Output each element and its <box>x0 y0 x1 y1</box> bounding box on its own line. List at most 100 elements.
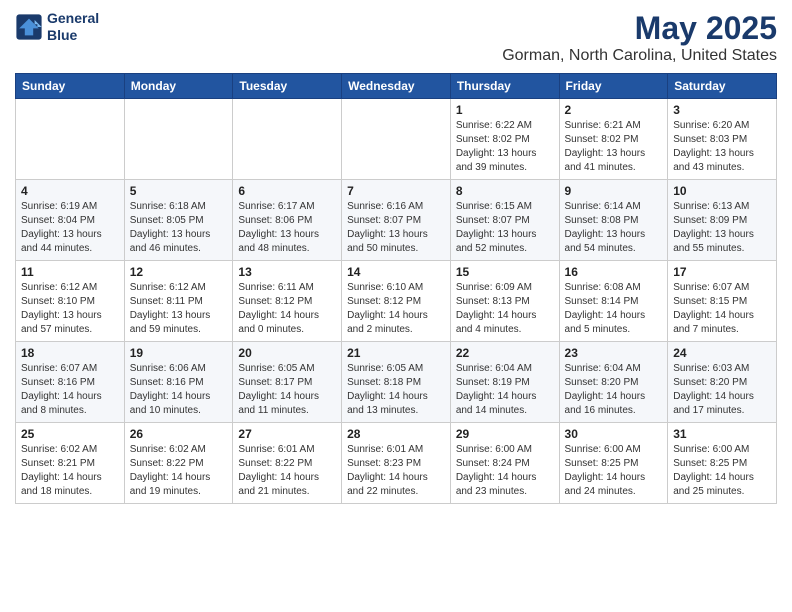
calendar-cell: 7Sunrise: 6:16 AM Sunset: 8:07 PM Daylig… <box>342 180 451 261</box>
day-info: Sunrise: 6:07 AM Sunset: 8:16 PM Dayligh… <box>21 362 119 418</box>
day-info: Sunrise: 6:22 AM Sunset: 8:02 PM Dayligh… <box>456 119 554 175</box>
day-number: 9 <box>565 184 663 198</box>
logo-text: General Blue <box>47 10 99 44</box>
day-number: 16 <box>565 265 663 279</box>
day-info: Sunrise: 6:18 AM Sunset: 8:05 PM Dayligh… <box>130 200 228 256</box>
day-info: Sunrise: 6:08 AM Sunset: 8:14 PM Dayligh… <box>565 281 663 337</box>
month-title: May 2025 <box>502 10 777 47</box>
day-number: 2 <box>565 103 663 117</box>
calendar-cell: 10 Sunrise: 6:13 AM Sunset: 8:09 PM Dayli… <box>668 180 777 261</box>
day-info: Sunrise: 6:00 AM Sunset: 8:25 PM Dayligh… <box>565 443 663 499</box>
day-number: 3 <box>673 103 771 117</box>
day-number: 26 <box>130 427 228 441</box>
calendar-cell: 29Sunrise: 6:00 AM Sunset: 8:24 PM Dayli… <box>450 423 559 504</box>
calendar-cell: 15Sunrise: 6:09 AM Sunset: 8:13 PM Dayli… <box>450 261 559 342</box>
day-number: 10 <box>673 184 771 198</box>
title-area: May 2025 Gorman, North Carolina, United … <box>502 10 777 65</box>
day-number: 8 <box>456 184 554 198</box>
day-info: Sunrise: 6:04 AM Sunset: 8:19 PM Dayligh… <box>456 362 554 418</box>
calendar-cell: 25Sunrise: 6:02 AM Sunset: 8:21 PM Dayli… <box>16 423 125 504</box>
day-number: 18 <box>21 346 119 360</box>
day-info: Sunrise: 6:19 AM Sunset: 8:04 PM Dayligh… <box>21 200 119 256</box>
day-number: 11 <box>21 265 119 279</box>
day-number: 17 <box>673 265 771 279</box>
calendar-cell: 22Sunrise: 6:04 AM Sunset: 8:19 PM Dayli… <box>450 342 559 423</box>
calendar-cell: 16 Sunrise: 6:08 AM Sunset: 8:14 PM Dayli… <box>559 261 668 342</box>
calendar-cell: 13Sunrise: 6:11 AM Sunset: 8:12 PM Dayli… <box>233 261 342 342</box>
day-number: 1 <box>456 103 554 117</box>
day-info: Sunrise: 6:00 AM Sunset: 8:24 PM Dayligh… <box>456 443 554 499</box>
day-info: Sunrise: 6:20 AM Sunset: 8:03 PM Dayligh… <box>673 119 771 175</box>
calendar-cell: 6 Sunrise: 6:17 AM Sunset: 8:06 PM Daylig… <box>233 180 342 261</box>
calendar-cell <box>233 99 342 180</box>
day-info: Sunrise: 6:01 AM Sunset: 8:23 PM Dayligh… <box>347 443 445 499</box>
logo: General Blue <box>15 10 99 44</box>
day-info: Sunrise: 6:05 AM Sunset: 8:17 PM Dayligh… <box>238 362 336 418</box>
weekday-header-tuesday: Tuesday <box>233 74 342 99</box>
calendar-cell: 19 Sunrise: 6:06 AM Sunset: 8:16 PM Dayli… <box>124 342 233 423</box>
calendar-table: SundayMondayTuesdayWednesdayThursdayFrid… <box>15 73 777 504</box>
calendar-cell: 1 Sunrise: 6:22 AM Sunset: 8:02 PM Daylig… <box>450 99 559 180</box>
day-info: Sunrise: 6:02 AM Sunset: 8:22 PM Dayligh… <box>130 443 228 499</box>
day-info: Sunrise: 6:15 AM Sunset: 8:07 PM Dayligh… <box>456 200 554 256</box>
day-number: 20 <box>238 346 336 360</box>
day-number: 23 <box>565 346 663 360</box>
day-number: 19 <box>130 346 228 360</box>
day-number: 12 <box>130 265 228 279</box>
day-info: Sunrise: 6:13 AM Sunset: 8:09 PM Dayligh… <box>673 200 771 256</box>
location-title: Gorman, North Carolina, United States <box>502 47 777 65</box>
day-number: 13 <box>238 265 336 279</box>
day-info: Sunrise: 6:10 AM Sunset: 8:12 PM Dayligh… <box>347 281 445 337</box>
calendar-cell: 27 Sunrise: 6:01 AM Sunset: 8:22 PM Dayli… <box>233 423 342 504</box>
calendar-cell: 5 Sunrise: 6:18 AM Sunset: 8:05 PM Daylig… <box>124 180 233 261</box>
logo-icon <box>15 13 43 41</box>
calendar-cell: 28 Sunrise: 6:01 AM Sunset: 8:23 PM Dayli… <box>342 423 451 504</box>
day-info: Sunrise: 6:14 AM Sunset: 8:08 PM Dayligh… <box>565 200 663 256</box>
day-number: 4 <box>21 184 119 198</box>
day-info: Sunrise: 6:07 AM Sunset: 8:15 PM Dayligh… <box>673 281 771 337</box>
calendar-cell: 3 Sunrise: 6:20 AM Sunset: 8:03 PM Daylig… <box>668 99 777 180</box>
day-info: Sunrise: 6:04 AM Sunset: 8:20 PM Dayligh… <box>565 362 663 418</box>
day-info: Sunrise: 6:00 AM Sunset: 8:25 PM Dayligh… <box>673 443 771 499</box>
calendar-week-row: 11 Sunrise: 6:12 AM Sunset: 8:10 PM Dayli… <box>16 261 777 342</box>
calendar-cell <box>124 99 233 180</box>
day-info: Sunrise: 6:01 AM Sunset: 8:22 PM Dayligh… <box>238 443 336 499</box>
day-info: Sunrise: 6:05 AM Sunset: 8:18 PM Dayligh… <box>347 362 445 418</box>
calendar-cell: 8 Sunrise: 6:15 AM Sunset: 8:07 PM Daylig… <box>450 180 559 261</box>
page-header: General Blue May 2025 Gorman, North Caro… <box>15 10 777 65</box>
calendar-cell: 26 Sunrise: 6:02 AM Sunset: 8:22 PM Dayli… <box>124 423 233 504</box>
day-info: Sunrise: 6:17 AM Sunset: 8:06 PM Dayligh… <box>238 200 336 256</box>
day-number: 27 <box>238 427 336 441</box>
day-info: Sunrise: 6:12 AM Sunset: 8:11 PM Dayligh… <box>130 281 228 337</box>
weekday-header-thursday: Thursday <box>450 74 559 99</box>
day-info: Sunrise: 6:06 AM Sunset: 8:16 PM Dayligh… <box>130 362 228 418</box>
day-number: 28 <box>347 427 445 441</box>
day-info: Sunrise: 6:21 AM Sunset: 8:02 PM Dayligh… <box>565 119 663 175</box>
calendar-cell: 9 Sunrise: 6:14 AM Sunset: 8:08 PM Daylig… <box>559 180 668 261</box>
day-number: 30 <box>565 427 663 441</box>
calendar-cell: 31 Sunrise: 6:00 AM Sunset: 8:25 PM Dayli… <box>668 423 777 504</box>
day-info: Sunrise: 6:03 AM Sunset: 8:20 PM Dayligh… <box>673 362 771 418</box>
calendar-cell: 14 Sunrise: 6:10 AM Sunset: 8:12 PM Dayli… <box>342 261 451 342</box>
weekday-header-sunday: Sunday <box>16 74 125 99</box>
calendar-cell: 17 Sunrise: 6:07 AM Sunset: 8:15 PM Dayli… <box>668 261 777 342</box>
day-number: 5 <box>130 184 228 198</box>
calendar-week-row: 25Sunrise: 6:02 AM Sunset: 8:21 PM Dayli… <box>16 423 777 504</box>
calendar-cell: 20 Sunrise: 6:05 AM Sunset: 8:17 PM Dayli… <box>233 342 342 423</box>
day-number: 31 <box>673 427 771 441</box>
day-number: 21 <box>347 346 445 360</box>
calendar-cell: 4 Sunrise: 6:19 AM Sunset: 8:04 PM Daylig… <box>16 180 125 261</box>
calendar-week-row: 18 Sunrise: 6:07 AM Sunset: 8:16 PM Dayli… <box>16 342 777 423</box>
day-info: Sunrise: 6:02 AM Sunset: 8:21 PM Dayligh… <box>21 443 119 499</box>
day-number: 14 <box>347 265 445 279</box>
day-info: Sunrise: 6:16 AM Sunset: 8:07 PM Dayligh… <box>347 200 445 256</box>
calendar-week-row: 4 Sunrise: 6:19 AM Sunset: 8:04 PM Daylig… <box>16 180 777 261</box>
calendar-cell: 18 Sunrise: 6:07 AM Sunset: 8:16 PM Dayli… <box>16 342 125 423</box>
day-number: 6 <box>238 184 336 198</box>
day-info: Sunrise: 6:09 AM Sunset: 8:13 PM Dayligh… <box>456 281 554 337</box>
day-info: Sunrise: 6:12 AM Sunset: 8:10 PM Dayligh… <box>21 281 119 337</box>
calendar-cell <box>16 99 125 180</box>
weekday-header-friday: Friday <box>559 74 668 99</box>
calendar-cell: 11 Sunrise: 6:12 AM Sunset: 8:10 PM Dayli… <box>16 261 125 342</box>
weekday-header-monday: Monday <box>124 74 233 99</box>
